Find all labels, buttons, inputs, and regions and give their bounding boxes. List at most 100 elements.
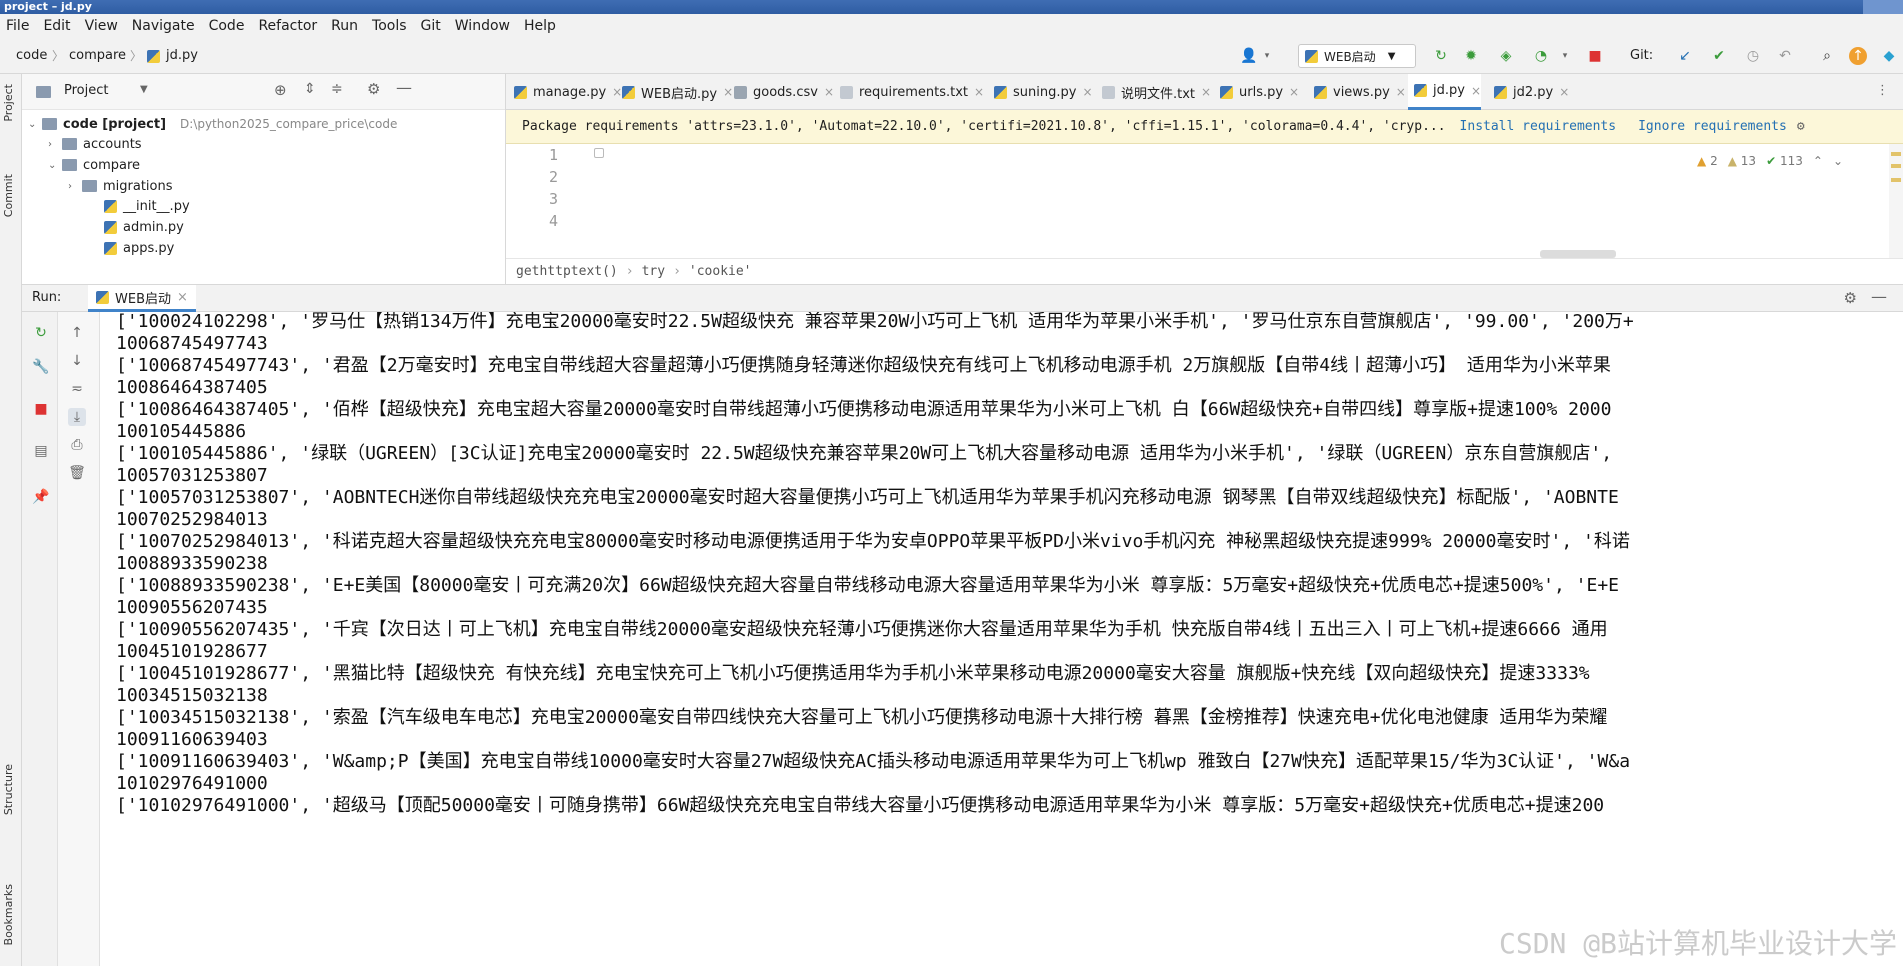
tab-web-start-py[interactable]: WEB启动.py ×: [616, 74, 733, 110]
gear-icon[interactable]: ⚙: [367, 80, 380, 98]
tree-item-apps-py[interactable]: apps.py: [104, 236, 174, 260]
git-rollback-icon[interactable]: ↶: [1776, 47, 1794, 65]
run-configuration-label: WEB启动: [1324, 49, 1376, 64]
inspection-widget[interactable]: ▲ 2 ▲ 13 ✔ 113 ⌃ ⌄: [1697, 154, 1843, 168]
python-file-icon: [1305, 49, 1318, 63]
search-icon[interactable]: ⌕: [1818, 47, 1836, 65]
close-icon[interactable]: ×: [1396, 85, 1406, 99]
menu-edit[interactable]: Edit: [43, 18, 70, 34]
stop-icon[interactable]: ■: [32, 400, 50, 418]
tab-manage-py[interactable]: manage.py ×: [508, 74, 622, 110]
code-breadcrumb-function[interactable]: gethttptext(): [516, 264, 618, 279]
menu-window[interactable]: Window: [455, 18, 510, 34]
python-file-icon: [1414, 84, 1427, 97]
tab-jd2-py[interactable]: jd2.py ×: [1488, 74, 1569, 110]
tab-urls-py[interactable]: urls.py ×: [1214, 74, 1299, 110]
line-number: 1: [548, 146, 558, 164]
stop-icon[interactable]: ■: [1586, 47, 1604, 65]
coverage-icon[interactable]: ◈: [1497, 47, 1515, 65]
menu-help[interactable]: Help: [524, 18, 556, 34]
rerun-icon[interactable]: ↻: [32, 324, 50, 342]
project-tool-tab[interactable]: Project: [2, 84, 15, 122]
user-icon[interactable]: 👤: [1240, 47, 1258, 65]
close-icon[interactable]: ×: [974, 85, 984, 99]
git-history-icon[interactable]: ◷: [1744, 47, 1762, 65]
window-controls[interactable]: [1863, 0, 1903, 14]
more-icon[interactable]: ⋮: [1876, 83, 1889, 98]
tree-item-path: D:\python2025_compare_price\code: [180, 117, 398, 131]
tab-requirements-txt[interactable]: requirements.txt ×: [834, 74, 984, 110]
menu-run[interactable]: Run: [331, 18, 358, 34]
code-breadcrumb-try[interactable]: try: [642, 264, 665, 279]
menu-refactor[interactable]: Refactor: [258, 18, 317, 34]
menu-view[interactable]: View: [85, 18, 118, 34]
run-configuration-select[interactable]: WEB启动 ▼: [1298, 44, 1416, 68]
close-icon[interactable]: ×: [1471, 84, 1481, 98]
update-icon[interactable]: ↑: [1849, 47, 1867, 65]
tree-item-label: migrations: [103, 178, 173, 194]
tab-goods-csv[interactable]: goods.csv ×: [728, 74, 834, 110]
expand-all-icon[interactable]: ⇕: [304, 81, 316, 97]
code-breadcrumb-cookie[interactable]: 'cookie': [689, 264, 752, 279]
install-requirements-link[interactable]: Install requirements: [1460, 119, 1617, 134]
wrench-icon[interactable]: 🔧: [32, 358, 50, 376]
breadcrumb-code[interactable]: code: [16, 48, 47, 63]
git-update-icon[interactable]: ↙: [1676, 47, 1694, 65]
plugin-icon[interactable]: ◆: [1880, 47, 1898, 65]
rerun-icon[interactable]: ↻: [1432, 47, 1450, 65]
layout-icon[interactable]: ▤: [32, 442, 50, 460]
menu-tools[interactable]: Tools: [372, 18, 407, 34]
structure-tool-tab[interactable]: Structure: [2, 764, 15, 815]
close-icon[interactable]: ×: [1289, 85, 1299, 99]
editor-scrollbar[interactable]: [1889, 144, 1903, 258]
print-icon[interactable]: ⎙: [68, 436, 86, 454]
profile-icon[interactable]: ◔: [1532, 47, 1550, 65]
check-icon: ✔: [1766, 154, 1777, 168]
ignore-requirements-link[interactable]: Ignore requirements: [1638, 119, 1787, 134]
run-tab-web-start[interactable]: WEB启动 ×: [88, 285, 196, 312]
chevron-down-icon[interactable]: ▼: [140, 84, 148, 95]
menu-code[interactable]: Code: [209, 18, 245, 34]
scroll-to-end-icon[interactable]: ⤓: [68, 408, 86, 426]
breadcrumb-compare[interactable]: compare: [69, 48, 126, 63]
tab-views-py[interactable]: views.py ×: [1308, 74, 1406, 110]
breadcrumb-jd-py[interactable]: jd.py: [166, 48, 198, 63]
close-icon[interactable]: ×: [1082, 85, 1092, 99]
chevron-up-icon[interactable]: ⌃: [1813, 154, 1823, 168]
commit-tool-tab[interactable]: Commit: [2, 174, 15, 217]
horizontal-scrollbar[interactable]: [1540, 250, 1616, 258]
menu-git[interactable]: Git: [421, 18, 441, 34]
pin-icon[interactable]: 📌: [32, 488, 50, 506]
gear-icon[interactable]: ⚙: [1844, 289, 1857, 307]
gear-icon[interactable]: ⚙: [1797, 119, 1805, 134]
minimize-icon[interactable]: —: [396, 78, 412, 97]
chevron-down-icon[interactable]: ▾: [1258, 47, 1276, 65]
scroll-marker: [1891, 178, 1901, 182]
collapse-all-icon[interactable]: ≑: [331, 81, 343, 97]
bookmarks-tool-tab[interactable]: Bookmarks: [2, 884, 15, 945]
close-icon[interactable]: ×: [1559, 85, 1569, 99]
close-icon[interactable]: ×: [824, 85, 834, 99]
console-line: ['10102976491000', '超级马【顶配50000毫安丨可随身携带】…: [116, 795, 1605, 816]
git-commit-icon[interactable]: ✔: [1710, 47, 1728, 65]
tab-jd-py[interactable]: jd.py ×: [1408, 74, 1482, 110]
chevron-down-icon[interactable]: ⌄: [1833, 154, 1843, 168]
soft-wrap-icon[interactable]: ≂: [68, 380, 86, 398]
python-file-icon: [622, 85, 635, 99]
tab-suning-py[interactable]: suning.py ×: [988, 74, 1093, 110]
console-output[interactable]: ['100024102298', '罗马仕【热销134万件】充电宝20000毫安…: [100, 312, 1903, 966]
debug-icon[interactable]: ✹: [1462, 47, 1480, 65]
close-icon[interactable]: ×: [1201, 85, 1211, 99]
close-icon[interactable]: ×: [177, 290, 188, 305]
tab-readme-txt[interactable]: 说明文件.txt ×: [1096, 74, 1211, 110]
arrow-down-icon[interactable]: ↓: [68, 352, 86, 370]
minimize-icon[interactable]: —: [1871, 287, 1887, 306]
trash-icon[interactable]: 🗑: [68, 464, 86, 482]
locate-icon[interactable]: ⊕: [274, 81, 287, 99]
project-panel-title[interactable]: Project: [64, 83, 108, 98]
menu-file[interactable]: File: [6, 18, 29, 34]
arrow-up-icon[interactable]: ↑: [68, 324, 86, 342]
chevron-down-icon[interactable]: ▾: [1556, 47, 1574, 65]
fold-icon[interactable]: [594, 148, 604, 158]
menu-navigate[interactable]: Navigate: [132, 18, 195, 34]
